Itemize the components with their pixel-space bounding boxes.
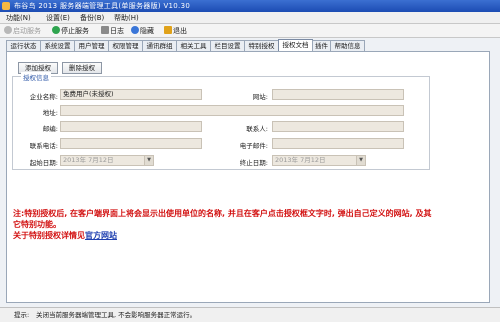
- company-label: 企业名称:: [29, 93, 58, 101]
- tab-permission-management[interactable]: 权限管理: [108, 40, 143, 51]
- tab-help-info[interactable]: 帮助信息: [330, 40, 365, 51]
- website-label: 网站:: [252, 93, 268, 101]
- address-label: 地址:: [42, 109, 58, 117]
- tab-special-auth[interactable]: 特别授权: [244, 40, 279, 51]
- hide-button[interactable]: 隐藏: [131, 26, 154, 35]
- hide-icon: [131, 26, 139, 34]
- menu-function[interactable]: 功能(N): [6, 13, 31, 23]
- company-field[interactable]: 免费用户(未授权): [60, 89, 202, 100]
- end-date-label: 终止日期:: [239, 159, 268, 167]
- exit-icon: [164, 26, 172, 34]
- title-bar: 布谷鸟 2013 服务器端管理工具(单服务器版) V10.30: [0, 0, 500, 12]
- menu-settings[interactable]: 设置(E): [46, 13, 70, 23]
- menu-bar: 功能(N) 设置(E) 备份(B) 帮助(H): [0, 12, 500, 24]
- menu-backup[interactable]: 备份(B): [80, 13, 104, 23]
- end-date-picker[interactable]: 2013年 7月12日 ▼: [272, 155, 366, 166]
- postcode-label: 邮编:: [42, 125, 58, 133]
- chevron-down-icon: ▼: [144, 156, 153, 165]
- official-site-link[interactable]: 官方网站: [85, 231, 117, 240]
- tab-system-settings[interactable]: 系统设置: [40, 40, 75, 51]
- log-icon: [101, 26, 109, 34]
- status-text: 关闭当前服务器端管理工具, 不会影响服务器正常运行。: [36, 311, 197, 319]
- window-title: 布谷鸟 2013 服务器端管理工具(单服务器版) V10.30: [14, 2, 191, 10]
- details-line: 关于特别授权详情见官方网站: [13, 231, 117, 240]
- stop-service-button[interactable]: 停止服务: [52, 26, 89, 35]
- tab-strip: 运行状态 系统设置 用户管理 权限管理 通讯群组 相关工具 栏目设置 特别授权 …: [6, 39, 366, 52]
- contact-field[interactable]: [272, 121, 404, 132]
- stop-icon: [52, 26, 60, 34]
- tab-related-tools[interactable]: 相关工具: [176, 40, 211, 51]
- contact-label: 联系人:: [246, 125, 268, 133]
- special-auth-note: 注:特别授权后, 在客户端界面上将会显示出使用单位的名称, 并且在客户点击授权框…: [13, 209, 432, 229]
- email-field[interactable]: [272, 138, 404, 149]
- postcode-field[interactable]: [60, 121, 202, 132]
- app-window: 布谷鸟 2013 服务器端管理工具(单服务器版) V10.30 功能(N) 设置…: [0, 0, 500, 322]
- toolbar: 启动服务 停止服务 日志 隐藏 退出: [0, 24, 500, 38]
- tab-column-settings[interactable]: 栏目设置: [210, 40, 245, 51]
- status-bar: 提示: 关闭当前服务器端管理工具, 不会影响服务器正常运行。: [0, 307, 500, 322]
- address-field[interactable]: [60, 105, 404, 116]
- play-icon: [4, 26, 12, 34]
- menu-help[interactable]: 帮助(H): [114, 13, 139, 23]
- app-logo-icon: [2, 2, 10, 10]
- phone-label: 联系电话:: [29, 142, 58, 150]
- chevron-down-icon: ▼: [356, 156, 365, 165]
- phone-field[interactable]: [60, 138, 202, 149]
- tab-run-status[interactable]: 运行状态: [6, 40, 41, 51]
- exit-button[interactable]: 退出: [164, 26, 187, 35]
- email-label: 电子邮件:: [239, 142, 268, 150]
- status-label: 提示:: [14, 311, 30, 319]
- start-service-button[interactable]: 启动服务: [4, 26, 41, 35]
- tab-comm-groups[interactable]: 通讯群组: [142, 40, 177, 51]
- tab-user-management[interactable]: 用户管理: [74, 40, 109, 51]
- remove-auth-button[interactable]: 删除授权: [62, 62, 102, 74]
- log-button[interactable]: 日志: [101, 26, 124, 35]
- start-date-label: 起始日期:: [29, 159, 58, 167]
- website-field[interactable]: [272, 89, 404, 100]
- start-date-picker[interactable]: 2013年 7月12日 ▼: [60, 155, 154, 166]
- group-legend: 授权信息: [21, 72, 51, 82]
- tab-plugins[interactable]: 插件: [312, 40, 331, 51]
